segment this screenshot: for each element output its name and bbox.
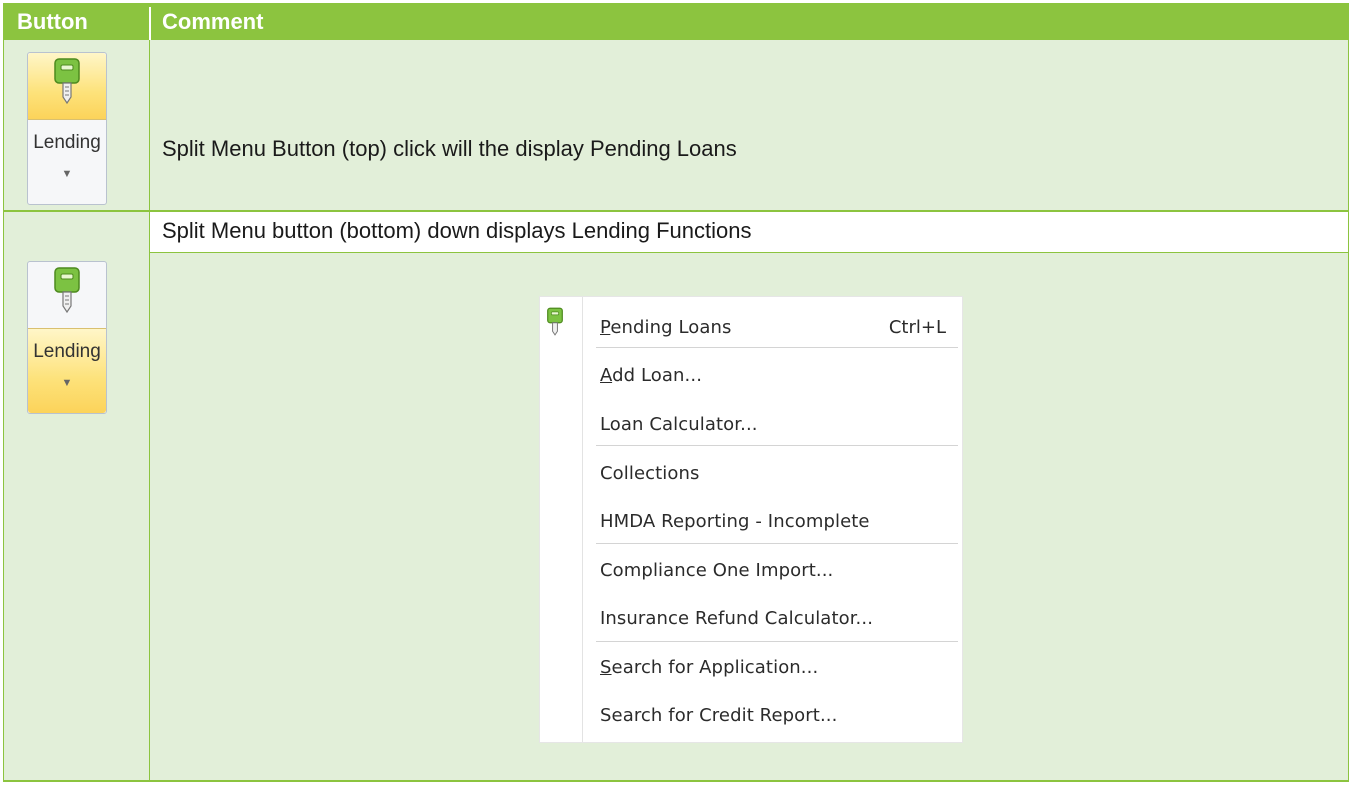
table-row: Split Menu Button (top) click will the d… [3,40,1349,212]
subheading-divider [150,252,1348,253]
menu-item-pending-loans[interactable]: Pending Loans [600,317,732,338]
table-header: Button Comment [3,3,1349,40]
menu-item-search-for-application[interactable]: Search for Application... [600,657,818,678]
header-divider [149,7,151,40]
dropdown-arrow-icon: ▼ [61,168,73,180]
menu-item-loan-calculator[interactable]: Loan Calculator... [600,414,758,435]
menu-item-compliance-one-import[interactable]: Compliance One Import... [600,560,833,581]
menu-item-search-for-credit-report[interactable]: Search for Credit Report... [600,705,837,726]
menu-item-add-loan[interactable]: Add Loan... [600,365,702,386]
menu-separator [596,543,958,544]
lending-split-button-top[interactable] [28,262,106,328]
lending-label: Lending [33,341,101,362]
lending-split-button-bottom[interactable]: Lending ▼ [28,329,106,413]
lending-label: Lending [33,132,101,153]
row-comment: Split Menu Button (top) click will the d… [162,136,737,161]
menu-item-insurance-refund-calculator[interactable]: Insurance Refund Calculator... [600,608,873,629]
menu-separator [596,445,958,446]
dropdown-arrow-icon: ▼ [61,377,73,389]
lending-functions-menu: Pending Loans Ctrl+L Add Loan... Loan Ca… [539,296,963,743]
lending-split-button[interactable]: Lending ▼ [27,52,107,205]
lending-split-button-bottom[interactable]: Lending ▼ [28,120,106,204]
key-icon [54,58,80,105]
lending-split-button-top[interactable] [28,53,106,119]
row-subheading: Split Menu button (bottom) down displays… [150,212,1348,252]
subheading-text: Split Menu button (bottom) down displays… [162,218,752,243]
menu-item-hmda-reporting[interactable]: HMDA Reporting - Incomplete [600,511,870,532]
menu-separator [596,347,958,348]
column-divider [149,40,150,782]
menu-separator [596,641,958,642]
key-icon [547,307,563,336]
menu-item-collections[interactable]: Collections [600,463,700,484]
menu-icon-gutter [540,297,583,742]
header-button: Button [17,9,88,34]
header-comment: Comment [162,9,264,34]
row-divider [3,780,1349,782]
lending-split-button[interactable]: Lending ▼ [27,261,107,414]
shortcut-ctrl-l: Ctrl+L [888,317,946,338]
button-comment-table: Button Comment Split Menu Button (top) c… [3,3,1349,782]
key-icon [54,267,80,314]
table-border-left [3,40,4,782]
